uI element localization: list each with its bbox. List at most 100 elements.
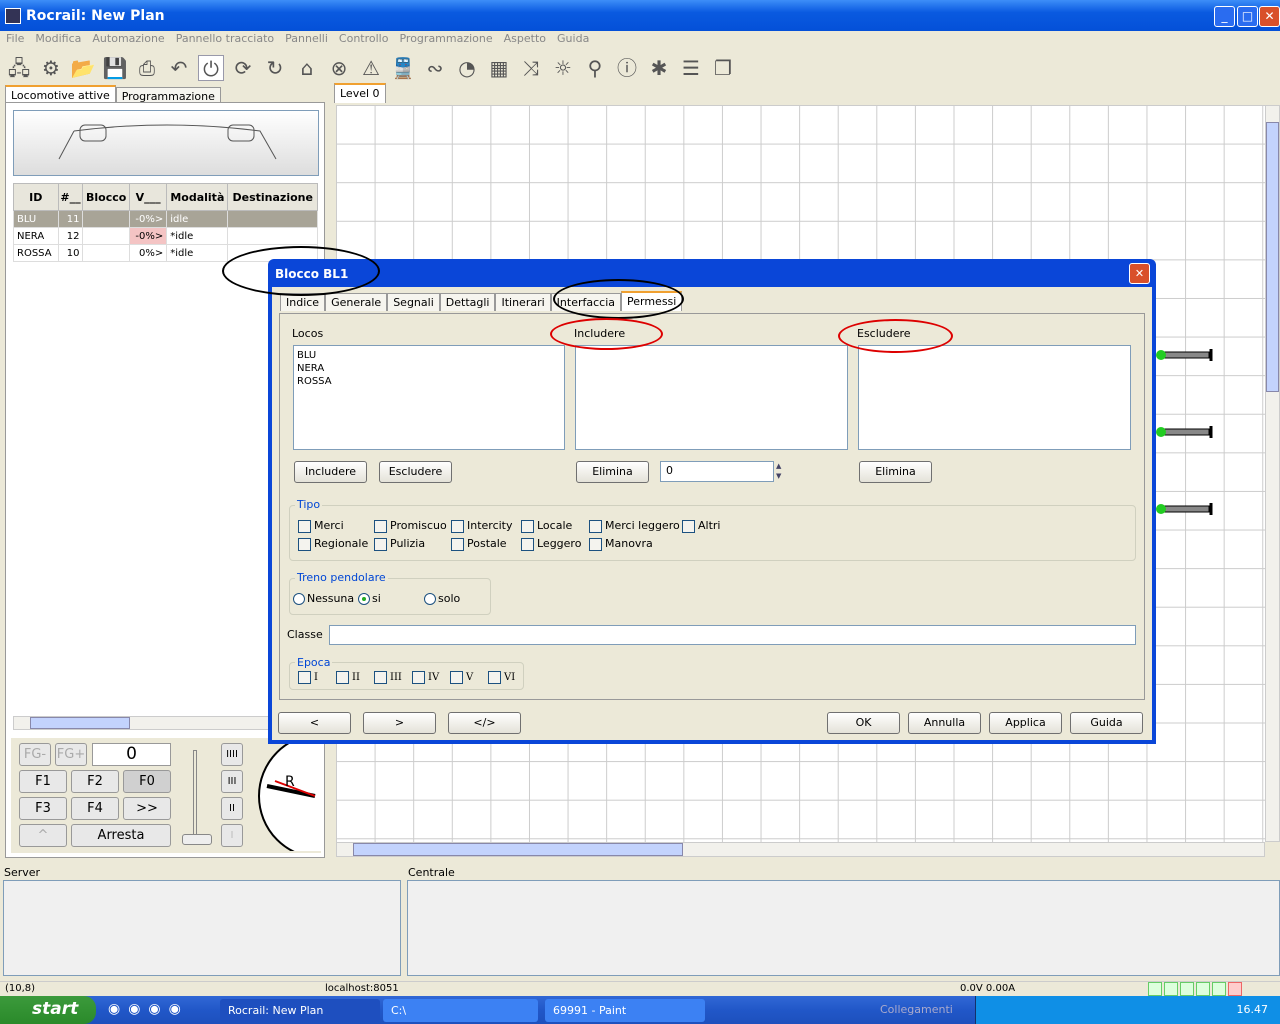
- tipo-checkbox[interactable]: Pulizia: [374, 537, 425, 551]
- close-button[interactable]: ✕: [1259, 6, 1280, 27]
- minimize-button[interactable]: _: [1214, 6, 1235, 27]
- include-spinner[interactable]: 0: [660, 461, 774, 482]
- f1-button[interactable]: F1: [19, 770, 67, 793]
- commuter-radio[interactable]: Nessuna: [293, 592, 354, 605]
- start-button[interactable]: start: [0, 996, 96, 1024]
- stop-icon[interactable]: ⊗: [326, 55, 352, 81]
- signal-icon[interactable]: [1155, 503, 1215, 515]
- menu-automazione[interactable]: Automazione: [92, 32, 164, 45]
- checkbox[interactable]: [336, 671, 349, 684]
- epoca-checkbox[interactable]: VI: [488, 671, 515, 684]
- include-delete-button[interactable]: Elimina: [576, 461, 649, 483]
- loco-row[interactable]: BLU 11 -0%> idle: [13, 210, 318, 228]
- menu-guida[interactable]: Guida: [557, 32, 589, 45]
- apply-button[interactable]: Applica: [989, 712, 1062, 734]
- radio[interactable]: [358, 593, 370, 605]
- switchboard-icon[interactable]: ▦: [486, 55, 512, 81]
- speed-step-button[interactable]: I: [221, 824, 243, 847]
- checkbox[interactable]: [488, 671, 501, 684]
- exclude-button[interactable]: Escludere: [379, 461, 452, 483]
- dialog-tab-dettagli[interactable]: Dettagli: [439, 293, 496, 311]
- menu-pannello-tracciato[interactable]: Pannello tracciato: [176, 32, 274, 45]
- bug-icon[interactable]: ✱: [646, 55, 672, 81]
- prev-button[interactable]: <: [278, 712, 351, 734]
- tipo-checkbox[interactable]: Merci leggero: [589, 519, 680, 533]
- epoca-checkbox[interactable]: V: [450, 671, 473, 684]
- include-list[interactable]: [575, 345, 848, 450]
- tipo-checkbox[interactable]: Locale: [521, 519, 572, 533]
- checkbox[interactable]: [521, 537, 534, 551]
- sync-icon[interactable]: ⟳: [230, 55, 256, 81]
- open-icon[interactable]: 📂: [70, 55, 96, 81]
- tipo-checkbox[interactable]: Merci: [298, 519, 344, 533]
- radio[interactable]: [293, 593, 305, 605]
- checkbox[interactable]: [682, 519, 695, 533]
- exclude-list[interactable]: [858, 345, 1131, 450]
- links-toolbar[interactable]: Collegamenti: [880, 1003, 953, 1016]
- task-rocrail[interactable]: Rocrail: New Plan: [220, 999, 380, 1022]
- help-button[interactable]: Guida: [1070, 712, 1143, 734]
- tipo-checkbox[interactable]: Altri: [682, 519, 720, 533]
- home-icon[interactable]: ⌂: [294, 55, 320, 81]
- include-button[interactable]: Includere: [294, 461, 367, 483]
- print-icon[interactable]: ⎙: [134, 55, 160, 81]
- menu-controllo[interactable]: Controllo: [339, 32, 389, 45]
- slider-handle[interactable]: [182, 834, 212, 845]
- epoca-checkbox[interactable]: IV: [412, 671, 439, 684]
- column-header[interactable]: #__: [57, 183, 84, 211]
- checkbox[interactable]: [589, 519, 602, 533]
- checkbox[interactable]: [451, 537, 464, 551]
- info-icon[interactable]: ⓘ: [614, 55, 640, 81]
- tipo-checkbox[interactable]: Promiscuo: [374, 519, 447, 533]
- signal-icon[interactable]: [1155, 426, 1215, 438]
- next-button[interactable]: >: [363, 712, 436, 734]
- column-header[interactable]: Blocco: [82, 183, 130, 211]
- classe-input[interactable]: [329, 625, 1136, 645]
- locos-list-item[interactable]: BLU: [297, 349, 561, 362]
- checkbox[interactable]: [451, 519, 464, 533]
- tipo-checkbox[interactable]: Regionale: [298, 537, 368, 551]
- commuter-radio[interactable]: si: [358, 592, 381, 605]
- locos-icon[interactable]: ∾: [422, 55, 448, 81]
- plan-vscrollbar[interactable]: [1265, 105, 1280, 842]
- copy-icon[interactable]: ❐: [710, 55, 736, 81]
- checkbox[interactable]: [412, 671, 425, 684]
- f0-button[interactable]: F0: [123, 770, 171, 793]
- maximize-button[interactable]: □: [1237, 6, 1258, 27]
- locos-list-item[interactable]: NERA: [297, 362, 561, 375]
- radio[interactable]: [424, 593, 436, 605]
- menu-modifica[interactable]: Modifica: [35, 32, 81, 45]
- column-header[interactable]: Modalità: [166, 183, 229, 211]
- cancel-button[interactable]: Annulla: [908, 712, 981, 734]
- checkbox[interactable]: [298, 671, 311, 684]
- loco-row[interactable]: NERA 12 -0%> *idle: [13, 227, 318, 245]
- reset-icon[interactable]: ↻: [262, 55, 288, 81]
- fg-plus-button[interactable]: FG+: [55, 743, 87, 766]
- f3-button[interactable]: F3: [19, 797, 67, 820]
- checkbox[interactable]: [450, 671, 463, 684]
- column-header[interactable]: V___: [128, 183, 168, 211]
- locos-list-item[interactable]: ROSSA: [297, 375, 561, 388]
- column-header[interactable]: ID: [13, 183, 59, 211]
- list-icon[interactable]: ☰: [678, 55, 704, 81]
- speed-step-button[interactable]: II: [221, 797, 243, 820]
- checkbox[interactable]: [298, 519, 311, 533]
- epoca-checkbox[interactable]: I: [298, 671, 318, 684]
- checkbox[interactable]: [298, 537, 311, 551]
- signal-icon[interactable]: [1155, 349, 1215, 361]
- dialog-close-button[interactable]: ✕: [1129, 263, 1150, 284]
- tipo-checkbox[interactable]: Intercity: [451, 519, 513, 533]
- dialog-tab-generale[interactable]: Generale: [325, 293, 388, 311]
- warning-icon[interactable]: ⚠: [358, 55, 384, 81]
- menu-file[interactable]: File: [6, 32, 24, 45]
- settings-icon[interactable]: ⚙: [38, 55, 64, 81]
- exclude-delete-button[interactable]: Elimina: [859, 461, 932, 483]
- fg-minus-button[interactable]: FG-: [19, 743, 51, 766]
- network-icon[interactable]: 🖧: [6, 55, 32, 81]
- task-cmd[interactable]: C:\: [383, 999, 538, 1022]
- stop-button[interactable]: Arresta: [71, 824, 171, 847]
- speed-step-button[interactable]: III: [221, 770, 243, 793]
- checkbox[interactable]: [589, 537, 602, 551]
- dialog-tab-itinerari[interactable]: Itinerari: [495, 293, 551, 311]
- ok-button[interactable]: OK: [827, 712, 900, 734]
